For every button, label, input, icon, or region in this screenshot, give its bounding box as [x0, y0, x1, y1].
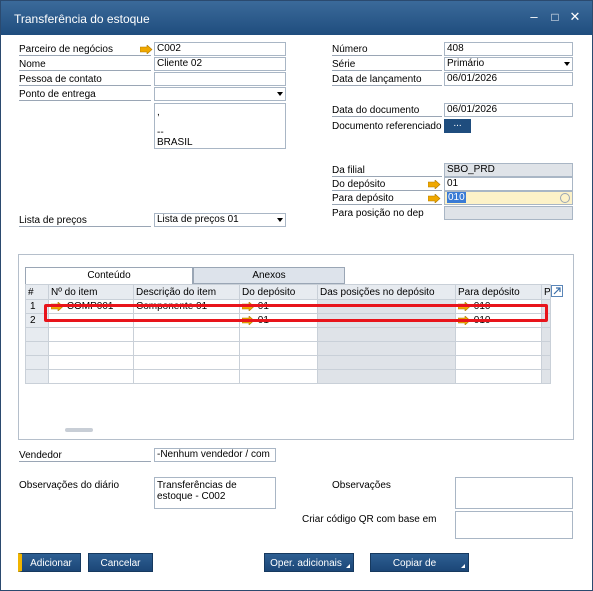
document-date-label: Data do documento [332, 105, 442, 117]
horizontal-scrollbar[interactable] [65, 428, 93, 432]
series-label: Série [332, 59, 442, 71]
remarks-field[interactable] [455, 477, 573, 509]
table-row[interactable] [25, 369, 551, 384]
col-header-from-bins[interactable]: Das posições no depósito [317, 284, 456, 300]
contact-label: Pessoa de contato [19, 74, 151, 86]
from-branch-label: Da filial [332, 165, 442, 177]
journal-remarks-label: Observações do diário [19, 480, 120, 491]
ref-doc-label: Documento referenciado [332, 121, 442, 132]
copy-from-label: Copiar de [392, 558, 437, 569]
ship-to-label: Ponto de entrega [19, 89, 151, 101]
remarks-label: Observações [332, 480, 391, 491]
col-header-more[interactable]: P [541, 284, 551, 300]
qr-code-label: Criar código QR com base em [302, 514, 437, 525]
window-title: Transferência do estoque [14, 12, 150, 26]
salesperson-field[interactable]: -Nenhum vendedor / com [154, 448, 276, 462]
caret-icon [346, 564, 350, 568]
expand-icon[interactable] [551, 285, 563, 297]
price-list-value: Lista de preços 01 [157, 214, 239, 225]
col-header-from-warehouse[interactable]: Do depósito [239, 284, 318, 300]
number-label: Número [332, 44, 442, 56]
row-highlight-box [44, 304, 548, 322]
stock-transfer-window: Transferência do estoque – □ ✕ Parceiro … [0, 0, 593, 591]
business-partner-label: Parceiro de negócios [19, 44, 151, 56]
minimize-icon[interactable]: – [526, 9, 542, 25]
add-button[interactable]: Adicionar [18, 553, 81, 572]
posting-date-label: Data de lançamento [332, 74, 442, 86]
chevron-down-icon [277, 92, 283, 96]
col-header-num: # [25, 284, 49, 300]
document-date-field[interactable]: 06/01/2026 [444, 103, 573, 117]
more-operations-label: Oper. adicionais [270, 558, 342, 569]
to-bin-label: Para posição no dep [332, 208, 424, 219]
price-list-dropdown[interactable]: Lista de preços 01 [154, 213, 286, 227]
to-warehouse-field[interactable]: 010 [444, 191, 573, 205]
cancel-button[interactable]: Cancelar [88, 553, 153, 572]
address-box[interactable]: , -- BRASIL [154, 103, 286, 149]
to-bin-field [444, 206, 573, 220]
grid-header-row: # Nº do item Descrição do item Do depósi… [25, 284, 551, 300]
maximize-icon[interactable]: □ [547, 9, 563, 25]
table-row[interactable] [25, 327, 551, 342]
caret-icon [461, 564, 465, 568]
series-dropdown[interactable]: Primário [444, 57, 573, 71]
price-list-label: Lista de preços [19, 215, 151, 227]
col-header-item-no[interactable]: Nº do item [48, 284, 134, 300]
qr-code-field[interactable] [455, 511, 573, 539]
col-header-description[interactable]: Descrição do item [133, 284, 240, 300]
chevron-down-icon [564, 62, 570, 66]
from-warehouse-label: Do depósito [332, 179, 442, 191]
address-line [157, 118, 283, 128]
journal-remarks-field[interactable]: Transferências de estoque - C002 [154, 477, 276, 509]
address-line: , [157, 107, 160, 118]
link-arrow-icon[interactable] [140, 45, 153, 54]
link-arrow-icon[interactable] [428, 180, 441, 189]
col-header-to-warehouse[interactable]: Para depósito [455, 284, 542, 300]
link-arrow-icon[interactable] [428, 194, 441, 203]
ref-doc-button[interactable]: ... [444, 119, 471, 133]
name-field[interactable]: Cliente 02 [154, 57, 286, 71]
copy-from-button[interactable]: Copiar de [370, 553, 469, 572]
tab-content[interactable]: Conteúdo [25, 267, 193, 285]
posting-date-field[interactable]: 06/01/2026 [444, 72, 573, 86]
address-line: BRASIL [157, 137, 193, 148]
lookup-icon[interactable] [560, 193, 570, 203]
from-branch-field: SBO_PRD [444, 163, 573, 177]
items-grid: # Nº do item Descrição do item Do depósi… [25, 284, 551, 402]
ship-to-dropdown[interactable] [154, 87, 286, 101]
table-row[interactable] [25, 355, 551, 370]
tab-attachments[interactable]: Anexos [193, 267, 345, 284]
series-value: Primário [447, 58, 485, 69]
close-icon[interactable]: ✕ [567, 9, 583, 25]
more-operations-button[interactable]: Oper. adicionais [264, 553, 354, 572]
name-label: Nome [19, 59, 151, 71]
from-warehouse-field[interactable]: 01 [444, 177, 573, 191]
contact-field[interactable] [154, 72, 286, 86]
salesperson-label: Vendedor [19, 450, 151, 462]
number-field[interactable]: 408 [444, 42, 573, 56]
chevron-down-icon [277, 218, 283, 222]
table-row[interactable] [25, 341, 551, 356]
title-bar: Transferência do estoque – □ ✕ [1, 1, 592, 35]
to-warehouse-label: Para depósito [332, 193, 442, 205]
business-partner-field[interactable]: C002 [154, 42, 286, 56]
to-warehouse-value: 010 [447, 192, 466, 203]
